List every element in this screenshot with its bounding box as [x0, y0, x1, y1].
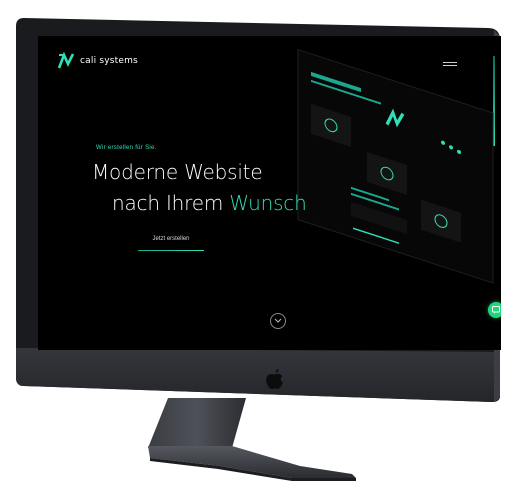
- cali-logo-icon: [57, 52, 75, 69]
- website-screen: cali systems Wir erstellen für Sie. Mode…: [38, 36, 501, 350]
- apple-logo-icon: [266, 369, 283, 389]
- logo-text: cali systems: [80, 56, 138, 66]
- scroll-down-button[interactable]: [270, 313, 286, 329]
- chat-icon: [492, 306, 500, 314]
- chat-button[interactable]: [488, 302, 501, 318]
- hero-kicker: Wir erstellen für Sie.: [96, 145, 157, 151]
- cta-button[interactable]: Jetzt erstellen: [138, 236, 204, 246]
- headline-line-2-prefix: nach Ihrem: [112, 191, 230, 215]
- monitor: cali systems Wir erstellen für Sie. Mode…: [16, 14, 501, 402]
- hero-illustration: [297, 48, 494, 284]
- site-logo[interactable]: cali systems: [57, 52, 138, 70]
- cta-underline: [138, 250, 204, 251]
- headline-accent-word: Wunsch: [229, 191, 307, 215]
- hero-headline: Moderne Website nach Ihrem Wunsch: [92, 157, 307, 219]
- chevron-down-icon: [274, 318, 282, 323]
- headline-line-1: Moderne Website: [92, 160, 263, 184]
- headline-line-2: nach Ihrem Wunsch: [92, 188, 307, 219]
